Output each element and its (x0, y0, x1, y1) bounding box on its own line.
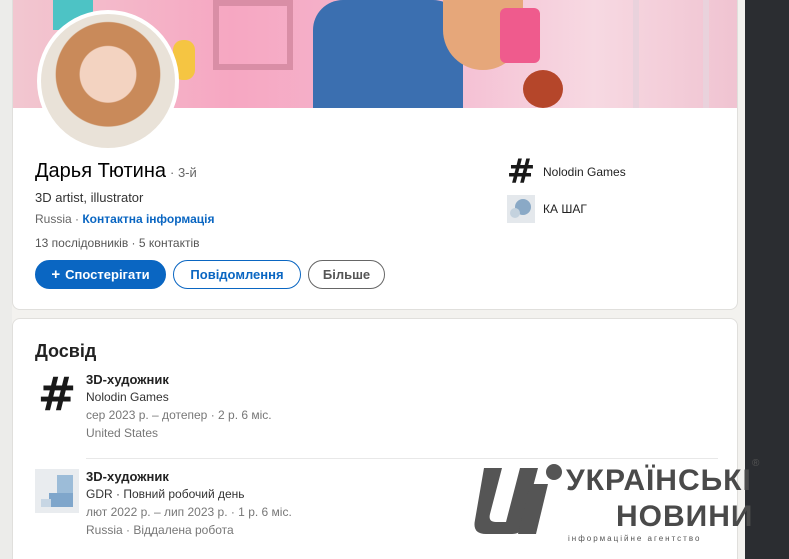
connection-degree: · 3-й (170, 165, 197, 180)
experience-location: Russia · Віддалена робота (86, 523, 234, 537)
stats-row: 13 послідовників · 5 контактів (35, 236, 200, 250)
profile-actions: + Спостерігати Повідомлення Більше (35, 260, 385, 289)
connections-count[interactable]: 5 контактів (139, 236, 200, 250)
location-row: Russia · Контактна інформація (35, 212, 214, 226)
profile-card: Дарья Тютина · 3-й 3D artist, illustrato… (12, 0, 738, 310)
news-agency-watermark: УКРАЇНСЬКІ НОВИНИ інформаційне агентство… (466, 458, 766, 558)
page-left-edge (0, 0, 12, 559)
registered-mark: ® (752, 458, 760, 469)
profile-name: Дарья Тютина (35, 160, 166, 182)
org-name: Nolodin Games (543, 165, 626, 179)
profile-headline: 3D artist, illustrator (35, 190, 144, 205)
experience-company: Nolodin Games (86, 390, 169, 404)
name-row: Дарья Тютина · 3-й (35, 160, 197, 183)
hash-logo-icon: # (37, 367, 77, 421)
profile-avatar[interactable] (37, 10, 179, 152)
followers-count: 13 послідовників (35, 236, 129, 250)
experience-company: GDR · Повний робочий день (86, 487, 245, 501)
org-item-ka-shag[interactable]: КА ШАГ (507, 195, 587, 223)
experience-role: 3D-художник (86, 469, 169, 484)
circles-logo-icon (507, 195, 535, 223)
un-logo-icon (474, 464, 562, 534)
watermark-line1: УКРАЇНСЬКІ (566, 464, 752, 497)
plus-icon: + (51, 266, 61, 283)
contact-info-link[interactable]: Контактна інформація (82, 212, 214, 226)
stats-separator: · (128, 236, 139, 250)
experience-title: Досвід (35, 341, 97, 361)
org-item-nolodin[interactable]: # Nolodin Games (506, 152, 626, 192)
experience-dates: сер 2023 р. – дотепер · 2 р. 6 міс. (86, 408, 272, 422)
watermark-tagline: інформаційне агентство (568, 534, 702, 543)
experience-dates: лют 2022 р. – лип 2023 р. · 1 р. 6 міс. (86, 505, 292, 519)
avatar-photo (41, 14, 175, 148)
follow-button-label: Спостерігати (65, 267, 150, 282)
hash-logo-icon: # (506, 152, 536, 192)
experience-location: United States (86, 426, 159, 440)
profile-location: Russia (35, 212, 72, 226)
location-separator: · (71, 212, 83, 226)
blocks-logo-icon (35, 469, 79, 513)
more-button[interactable]: Більше (308, 260, 385, 289)
follow-button[interactable]: + Спостерігати (35, 260, 166, 289)
message-button[interactable]: Повідомлення (173, 260, 301, 289)
watermark-line2: НОВИНИ (616, 500, 754, 533)
experience-role: 3D-художник (86, 372, 169, 387)
org-name: КА ШАГ (543, 202, 587, 216)
